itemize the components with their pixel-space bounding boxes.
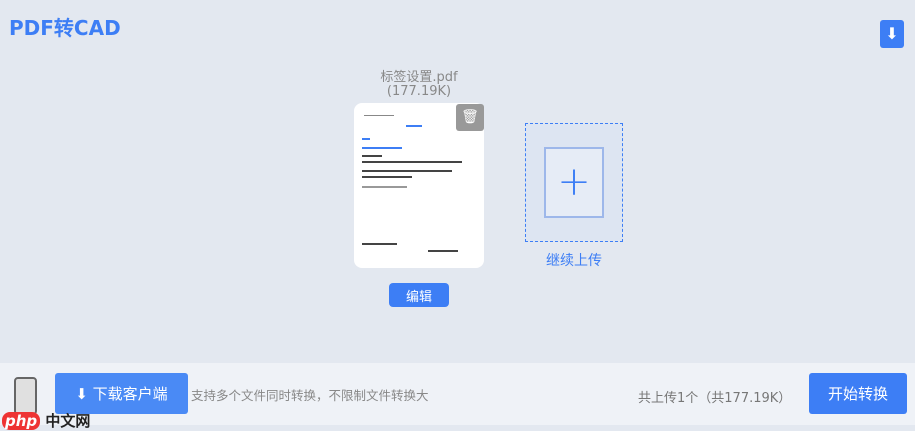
tip-text: 支持多个文件同时转换，不限制文件转换大	[191, 388, 429, 403]
footer-bar: ⬇ 下载客户端 支持多个文件同时转换，不限制文件转换大 共上传1个（共177.1…	[0, 363, 915, 425]
download-icon: ⬇	[75, 385, 93, 403]
download-icon-button[interactable]: ⬇	[880, 20, 904, 48]
watermark-logo: php 中文网	[2, 410, 90, 431]
continue-upload-label[interactable]: 继续上传	[525, 250, 623, 270]
app-title: PDF转CAD	[9, 16, 121, 40]
file-name: 标签设置.pdf	[380, 70, 458, 85]
edit-button[interactable]: 编辑	[389, 283, 449, 307]
upload-count: 共上传1个（共177.19K）	[638, 391, 792, 406]
download-client-button[interactable]: ⬇ 下载客户端	[55, 373, 188, 414]
download-client-label: 下载客户端	[92, 385, 168, 403]
file-size: (177.19K)	[386, 84, 452, 99]
delete-trash-icon[interactable]: 🗑	[456, 104, 484, 131]
start-convert-button[interactable]: 开始转换	[809, 373, 907, 414]
continue-upload-button[interactable]: +	[525, 123, 623, 242]
plus-icon: +	[544, 147, 604, 218]
